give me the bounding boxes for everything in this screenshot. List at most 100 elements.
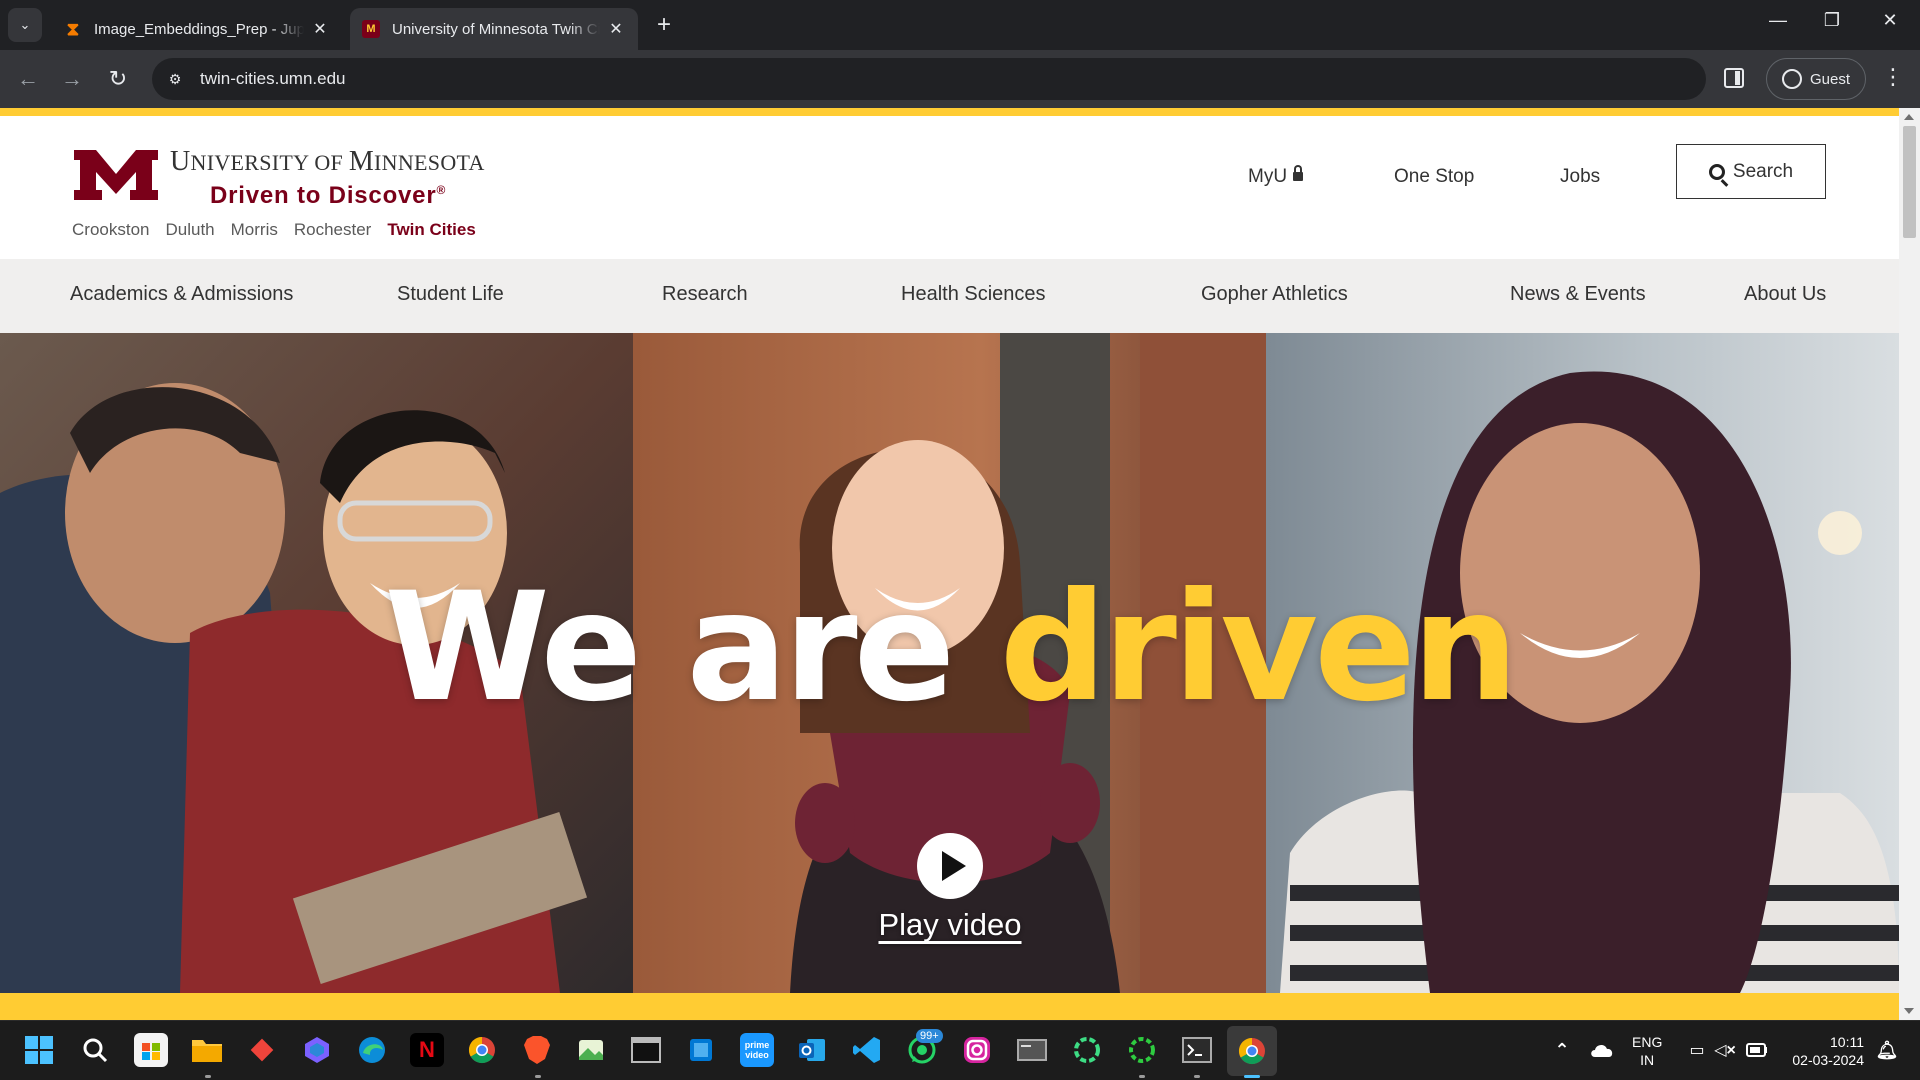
search-icon <box>1708 163 1725 180</box>
speaker-muted-icon[interactable]: ◁× <box>1708 1033 1742 1067</box>
close-tab-icon[interactable]: ✕ <box>606 19 626 39</box>
scroll-down-arrow-icon[interactable] <box>1904 1008 1914 1014</box>
site-info-icon[interactable]: ⚙ <box>160 64 190 94</box>
search-button[interactable]: Search <box>1676 144 1826 199</box>
clock[interactable]: 10:11 02-03-2024 <box>1784 1033 1864 1069</box>
jobs-link[interactable]: Jobs <box>1560 166 1600 188</box>
campus-link-crookston[interactable]: Crookston <box>72 220 149 240</box>
chrome-icon[interactable] <box>465 1033 499 1067</box>
close-window-icon[interactable]: ✕ <box>1870 10 1910 31</box>
play-video-link[interactable]: Play video <box>860 907 1040 943</box>
campus-link-twin-cities[interactable]: Twin Cities <box>387 220 475 240</box>
url-text[interactable]: twin-cities.umn.edu <box>200 69 346 89</box>
running-indicator <box>535 1075 541 1078</box>
windows-taskbar: N prime video 99+ ⌃ ENG IN ▭ ◁× 10:11 02… <box>0 1020 1920 1080</box>
hero-banner: We are driven Play video <box>0 333 1899 993</box>
tagline: Driven to Discover® <box>210 182 447 209</box>
nav-about-us[interactable]: About Us <box>1744 283 1826 306</box>
netflix-icon[interactable]: N <box>410 1033 444 1067</box>
gold-top-bar <box>0 108 1899 116</box>
notification-bell-icon[interactable]: 🔔︎ <box>1870 1033 1904 1067</box>
browser-tab-strip: ⌄ ⧗ Image_Embeddings_Prep - Jupyter ✕ M … <box>0 0 1920 50</box>
main-navigation: Academics & Admissions Student Life Rese… <box>0 259 1899 333</box>
nav-news-events[interactable]: News & Events <box>1510 283 1646 306</box>
new-tab-button[interactable]: + <box>650 12 678 40</box>
windows-app-icon[interactable] <box>684 1033 718 1067</box>
browser-toolbar: ← → ↻ ⚙ twin-cities.umn.edu Guest ⋮ <box>0 50 1920 108</box>
site-header: UNIVERSITY OF MINNESOTA Driven to Discov… <box>0 116 1899 259</box>
terminal-icon[interactable] <box>629 1033 663 1067</box>
chrome-active-icon[interactable] <box>1227 1026 1277 1076</box>
one-stop-link[interactable]: One Stop <box>1394 166 1474 188</box>
tab-title: Image_Embeddings_Prep - Jupyter <box>94 20 304 38</box>
battery-icon[interactable] <box>1740 1033 1774 1067</box>
myu-link[interactable]: MyU <box>1248 165 1304 188</box>
clock-date: 02-03-2024 <box>1792 1052 1864 1068</box>
page-viewport: UNIVERSITY OF MINNESOTA Driven to Discov… <box>0 108 1920 1020</box>
profile-label: Guest <box>1809 70 1851 88</box>
instagram-icon[interactable] <box>960 1033 994 1067</box>
photos-icon[interactable] <box>574 1033 608 1067</box>
profile-icon <box>1781 69 1802 89</box>
campus-links: Crookston Duluth Morris Rochester Twin C… <box>72 220 476 240</box>
nav-gopher-athletics[interactable]: Gopher Athletics <box>1201 283 1348 306</box>
whatsapp-unread-badge: 99+ <box>916 1029 943 1043</box>
outlook-icon[interactable] <box>795 1033 829 1067</box>
tab-jupyter[interactable]: ⧗ Image_Embeddings_Prep - Jupyter ✕ <box>52 8 342 50</box>
cmd-icon[interactable] <box>1180 1033 1214 1067</box>
tab-umn[interactable]: M University of Minnesota Twin Cities ✕ <box>350 8 638 50</box>
prime-video-icon[interactable]: prime video <box>740 1033 774 1067</box>
hourglass-icon: ⧗ <box>66 18 80 39</box>
university-name[interactable]: UNIVERSITY OF MINNESOTA <box>170 146 485 178</box>
running-indicator <box>1194 1075 1200 1078</box>
scrollbar-thumb[interactable] <box>1903 126 1916 238</box>
lock-icon <box>1293 165 1304 181</box>
hero-headline: We are driven <box>384 561 1518 735</box>
anydesk-icon[interactable] <box>245 1033 279 1067</box>
green-ring-icon[interactable] <box>1070 1033 1104 1067</box>
campus-link-rochester[interactable]: Rochester <box>294 220 371 240</box>
brave-icon[interactable] <box>520 1033 554 1067</box>
umn-block-m-logo[interactable] <box>72 148 160 202</box>
nav-academics-admissions[interactable]: Academics & Admissions <box>70 283 293 306</box>
windows-start-icon[interactable] <box>22 1033 56 1067</box>
campus-link-morris[interactable]: Morris <box>231 220 278 240</box>
store-icon[interactable] <box>134 1033 168 1067</box>
window-icon[interactable] <box>1015 1033 1049 1067</box>
copilot-icon[interactable] <box>300 1033 334 1067</box>
tab-title: University of Minnesota Twin Cities <box>392 20 600 38</box>
campus-link-duluth[interactable]: Duluth <box>165 220 214 240</box>
browser-menu-icon[interactable]: ⋮ <box>1882 64 1904 90</box>
vscode-icon[interactable] <box>850 1033 884 1067</box>
search-icon[interactable] <box>78 1033 112 1067</box>
back-button[interactable]: ← <box>12 64 44 96</box>
play-video-icon[interactable] <box>917 833 983 899</box>
running-indicator <box>205 1075 211 1078</box>
umn-favicon-icon: M <box>362 20 380 38</box>
green-ring-2-icon[interactable] <box>1125 1033 1159 1067</box>
clock-time: 10:11 <box>1830 1034 1864 1050</box>
nav-research[interactable]: Research <box>662 283 748 306</box>
active-indicator <box>1244 1075 1260 1078</box>
nav-health-sciences[interactable]: Health Sciences <box>901 283 1046 306</box>
nav-student-life[interactable]: Student Life <box>397 283 504 306</box>
address-bar[interactable]: ⚙ twin-cities.umn.edu <box>152 58 1706 100</box>
minimize-icon[interactable]: — <box>1758 10 1798 31</box>
chevron-up-icon[interactable]: ⌃ <box>1545 1033 1579 1067</box>
gold-bottom-bar <box>0 993 1899 1020</box>
vertical-scrollbar[interactable] <box>1899 108 1920 1020</box>
restore-icon[interactable]: ❐ <box>1812 10 1852 31</box>
forward-button[interactable]: → <box>56 64 88 96</box>
side-panel-icon[interactable] <box>1724 68 1744 88</box>
running-indicator <box>1139 1075 1145 1078</box>
profile-button[interactable]: Guest <box>1766 58 1866 100</box>
onedrive-icon[interactable] <box>1585 1033 1619 1067</box>
file-explorer-icon[interactable] <box>190 1033 224 1067</box>
edge-icon[interactable] <box>355 1033 389 1067</box>
scroll-up-arrow-icon[interactable] <box>1904 114 1914 120</box>
tab-search-button[interactable]: ⌄ <box>8 8 42 42</box>
reload-button[interactable]: ↻ <box>102 64 134 96</box>
language-indicator[interactable]: ENG IN <box>1632 1033 1662 1069</box>
close-tab-icon[interactable]: ✕ <box>310 19 330 39</box>
search-label: Search <box>1732 160 1794 182</box>
